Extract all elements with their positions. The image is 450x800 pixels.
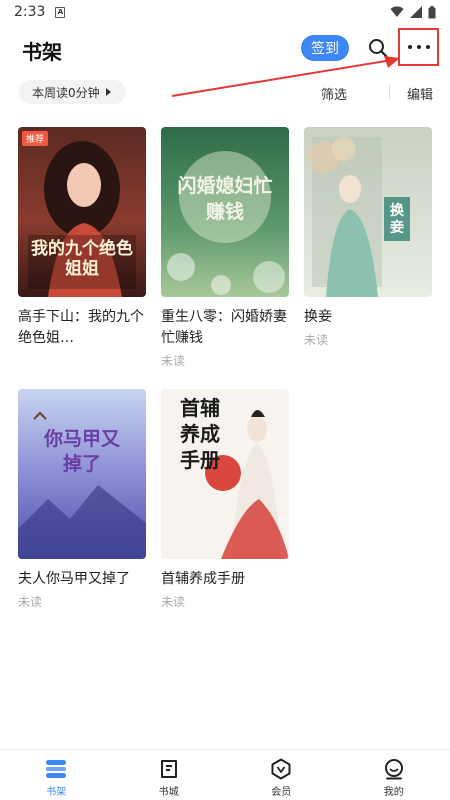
- weekly-reading-time-button[interactable]: 本周读0分钟: [19, 80, 126, 104]
- cover-title-art: 首辅养成手册: [180, 396, 220, 472]
- read-status: 未读: [18, 595, 43, 609]
- search-button[interactable]: [364, 34, 392, 62]
- vip-icon: [269, 758, 293, 780]
- book-item[interactable]: 闪婚媳妇忙赚钱 重生八零：闪婚娇妻忙赚钱 未读: [161, 127, 289, 369]
- bookstore-icon: [157, 758, 181, 780]
- toolbar-divider: [389, 85, 390, 99]
- bottom-nav: 书架 书城 会员 我的: [0, 749, 450, 800]
- read-status: 未读: [161, 354, 186, 368]
- cover-title-art: 你马甲又掉了: [43, 428, 120, 475]
- cover-title-art: 闪婚媳妇忙赚钱: [177, 175, 273, 223]
- status-time: 2:33: [14, 4, 46, 20]
- signal-icon: [410, 6, 422, 18]
- more-options-button[interactable]: [398, 28, 439, 66]
- profile-icon: [382, 758, 406, 780]
- wifi-icon: [390, 6, 404, 17]
- cover-title-art: 换妾: [390, 203, 404, 236]
- book-title[interactable]: 重生八零：闪婚娇妻忙赚钱: [161, 307, 289, 349]
- sim-icon: A: [55, 6, 66, 18]
- checkin-button[interactable]: 签到: [301, 35, 349, 61]
- status-bar: 2:33 A: [0, 0, 450, 24]
- recommend-badge: 推荐: [22, 131, 49, 146]
- battery-icon: [428, 5, 436, 18]
- more-icon: [407, 45, 430, 49]
- filter-button[interactable]: 筛选: [321, 84, 347, 103]
- read-status: 未读: [161, 595, 186, 609]
- cover-title-art: 我的九个绝色姐姐: [31, 239, 133, 279]
- read-status: 未读: [304, 333, 329, 347]
- nav-label: 书架: [46, 787, 67, 798]
- book-cover[interactable]: 你马甲又掉了: [18, 389, 146, 559]
- book-item[interactable]: 推荐 我的九个绝色姐姐 高手下山：我的九个绝色姐…: [18, 127, 146, 349]
- book-item[interactable]: 首辅养成手册 首辅养成手册 未读: [161, 389, 289, 610]
- edit-button[interactable]: 编辑: [407, 84, 433, 103]
- book-item[interactable]: 换妾 换妾 未读: [304, 127, 432, 348]
- app-header: 书架 签到: [0, 26, 450, 70]
- nav-bookshelf[interactable]: 书架: [0, 750, 113, 800]
- nav-bookstore[interactable]: 书城: [113, 750, 226, 800]
- book-cover[interactable]: 换妾: [304, 127, 432, 297]
- book-cover[interactable]: 闪婚媳妇忙赚钱: [161, 127, 289, 297]
- book-cover[interactable]: 首辅养成手册: [161, 389, 289, 559]
- play-triangle-icon: [105, 88, 111, 96]
- bookshelf-icon: [44, 758, 68, 780]
- nav-label: 书城: [158, 787, 179, 798]
- weekly-reading-time-label: 本周读0分钟: [32, 85, 100, 100]
- book-title[interactable]: 高手下山：我的九个绝色姐…: [18, 307, 146, 349]
- book-item[interactable]: 你马甲又掉了 夫人你马甲又掉了 未读: [18, 389, 146, 610]
- nav-profile[interactable]: 我的: [338, 750, 450, 800]
- nav-vip[interactable]: 会员: [225, 750, 338, 800]
- nav-label: 我的: [383, 787, 404, 798]
- book-cover[interactable]: 推荐 我的九个绝色姐姐: [18, 127, 146, 297]
- nav-label: 会员: [271, 787, 292, 798]
- search-icon: [369, 39, 388, 58]
- page-title: 书架: [22, 40, 62, 64]
